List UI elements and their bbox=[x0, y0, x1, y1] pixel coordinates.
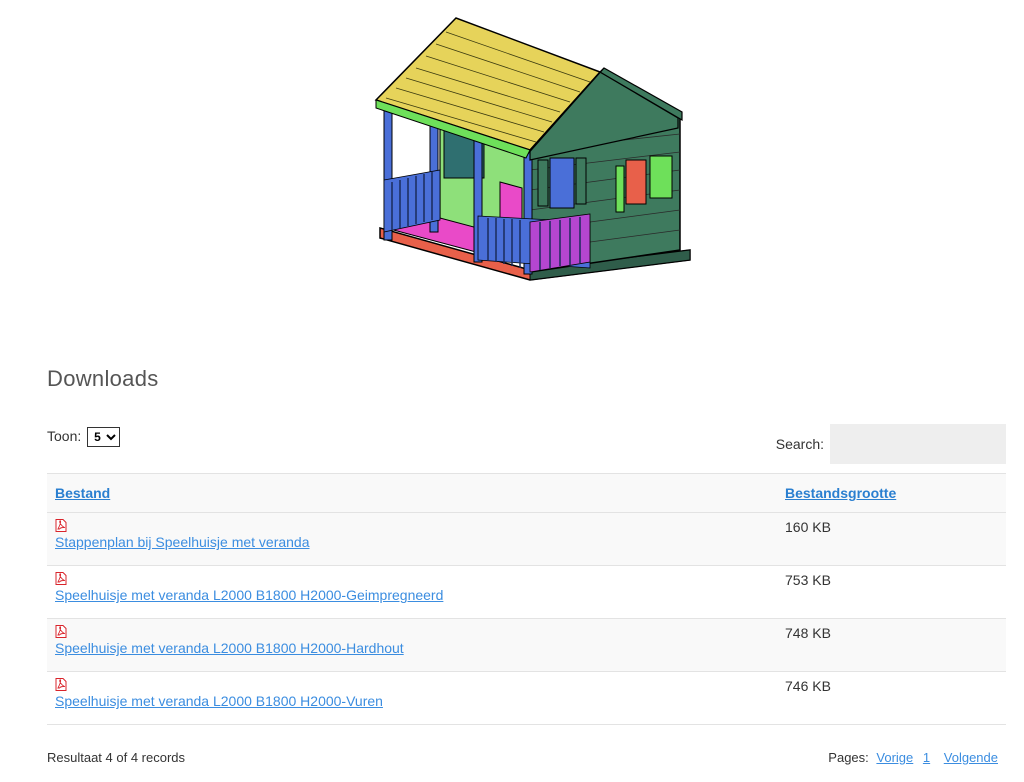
table-row: Stappenplan bij Speelhuisje met veranda 1… bbox=[47, 512, 1006, 566]
table-toolbar: Toon: 5 Search: bbox=[47, 424, 1006, 464]
pdf-icon[interactable] bbox=[55, 519, 67, 532]
file-link[interactable]: Speelhuisje met veranda L2000 B1800 H200… bbox=[55, 693, 769, 709]
pdf-icon[interactable] bbox=[55, 678, 67, 691]
playhouse-illustration bbox=[374, 17, 691, 281]
page-size-label: Toon: bbox=[47, 428, 82, 444]
result-count: Resultaat 4 of 4 records bbox=[47, 750, 186, 765]
file-size: 753 KB bbox=[777, 565, 1006, 619]
table-header-row: Bestand Bestandsgrootte bbox=[47, 473, 1006, 513]
prev-page-link[interactable]: Vorige bbox=[876, 750, 913, 765]
column-header-size[interactable]: Bestandsgrootte bbox=[777, 473, 1006, 513]
table-row: Speelhuisje met veranda L2000 B1800 H200… bbox=[47, 671, 1006, 725]
file-link[interactable]: Speelhuisje met veranda L2000 B1800 H200… bbox=[55, 640, 769, 656]
file-size: 160 KB bbox=[777, 512, 1006, 566]
file-link[interactable]: Speelhuisje met veranda L2000 B1800 H200… bbox=[55, 587, 769, 603]
search-input[interactable] bbox=[830, 424, 1006, 464]
search-label: Search: bbox=[775, 436, 824, 452]
pdf-icon[interactable] bbox=[55, 572, 67, 585]
file-size: 746 KB bbox=[777, 671, 1006, 725]
next-page-link[interactable]: Volgende bbox=[944, 750, 998, 765]
file-size: 748 KB bbox=[777, 618, 1006, 672]
page-1-link[interactable]: 1 bbox=[923, 750, 930, 765]
file-cell: Speelhuisje met veranda L2000 B1800 H200… bbox=[47, 671, 777, 725]
page-size-control: Toon: 5 bbox=[47, 427, 121, 447]
table-row: Speelhuisje met veranda L2000 B1800 H200… bbox=[47, 618, 1006, 672]
pagination: Pages: Vorige 1 Volgende bbox=[828, 750, 998, 765]
file-cell: Speelhuisje met veranda L2000 B1800 H200… bbox=[47, 618, 777, 672]
file-cell: Speelhuisje met veranda L2000 B1800 H200… bbox=[47, 565, 777, 619]
column-header-file[interactable]: Bestand bbox=[47, 473, 777, 513]
file-link[interactable]: Stappenplan bij Speelhuisje met veranda bbox=[55, 534, 769, 550]
pages-label: Pages: bbox=[828, 750, 869, 765]
downloads-table: Bestand Bestandsgrootte Stappenplan bij … bbox=[47, 473, 1006, 725]
pdf-icon[interactable] bbox=[55, 625, 67, 638]
page-size-select[interactable]: 5 bbox=[87, 427, 121, 447]
sort-link-size[interactable]: Bestandsgrootte bbox=[785, 485, 896, 501]
search-control: Search: bbox=[776, 424, 1006, 464]
file-cell: Stappenplan bij Speelhuisje met veranda bbox=[47, 512, 777, 566]
sort-link-file[interactable]: Bestand bbox=[55, 485, 110, 501]
section-title: Downloads bbox=[47, 366, 159, 391]
table-row: Speelhuisje met veranda L2000 B1800 H200… bbox=[47, 565, 1006, 619]
